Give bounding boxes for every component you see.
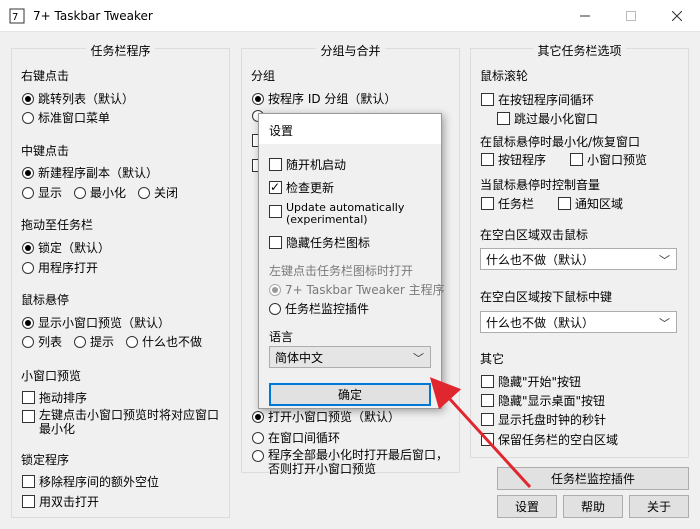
annotation-arrow xyxy=(429,377,532,489)
